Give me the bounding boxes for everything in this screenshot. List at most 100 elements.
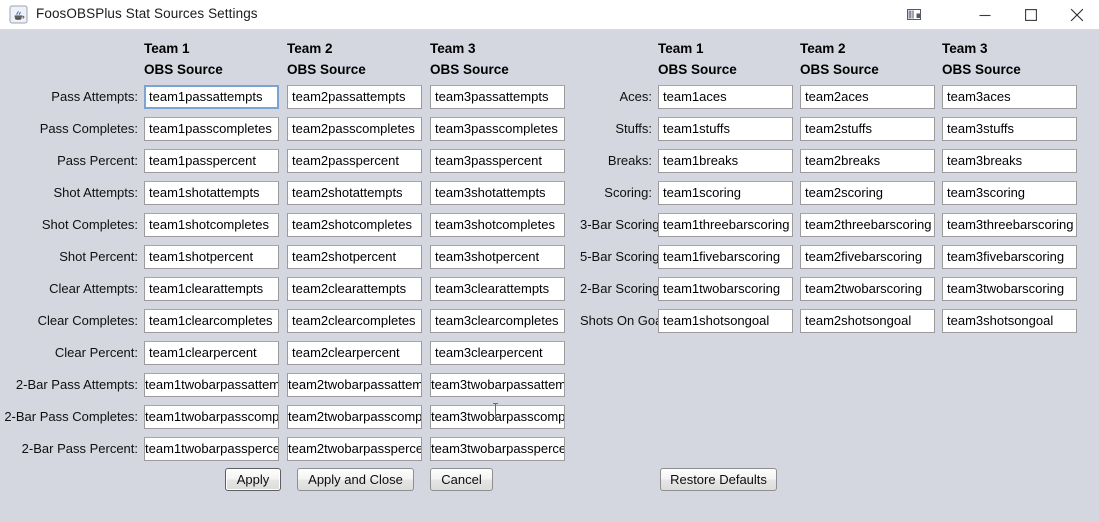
row-label: Shots On Goal: [580,313,669,328]
settings-content: Team 1 OBS Source Team 2 OBS Source Team 3 OB… [0,30,1099,522]
column-header-line2: OBS Source [800,62,879,77]
column-header-line1: Team 1 [658,41,704,56]
close-button[interactable] [1054,0,1099,29]
obs-source-input[interactable]: team1twobarscoring [658,277,793,301]
obs-source-input[interactable]: team1breaks [658,149,793,173]
window-title: FoosOBSPlus Stat Sources Settings [36,6,258,21]
obs-source-input[interactable]: team2clearattempts [287,277,422,301]
maximize-button[interactable] [1008,0,1054,29]
row-label: Shot Percent: [59,249,138,264]
obs-source-input[interactable]: team1passpercent [144,149,279,173]
obs-source-input[interactable]: team1shotcompletes [144,213,279,237]
obs-source-input[interactable]: team2twobarpassattempts [287,373,422,397]
obs-source-input[interactable]: team1passcompletes [144,117,279,141]
obs-source-input[interactable]: team2shotcompletes [287,213,422,237]
obs-source-input[interactable]: team3passpercent [430,149,565,173]
obs-source-input[interactable]: team3scoring [942,181,1077,205]
minimize-button[interactable] [962,0,1008,29]
column-header-line2: OBS Source [430,62,509,77]
cancel-button[interactable]: Cancel [430,468,493,491]
obs-source-input[interactable]: team3passcompletes [430,117,565,141]
column-header-team-2: Team 2 OBS Source [800,38,879,80]
row-label: 2-Bar Pass Attempts: [15,377,138,392]
obs-source-input[interactable]: team1shotsongoal [658,309,793,333]
obs-source-input[interactable]: team3twobarpasspercent [430,437,565,461]
obs-source-input[interactable]: team1threebarscoring [658,213,793,237]
obs-source-input[interactable]: team3twobarpassattempts [430,373,565,397]
obs-source-input[interactable]: team2breaks [800,149,935,173]
column-header-line1: Team 3 [942,41,988,56]
row-label: Pass Percent: [57,153,138,168]
obs-source-input[interactable]: team3clearpercent [430,341,565,365]
column-header-line1: Team 3 [430,41,476,56]
java-coffee-cup-icon [9,5,28,24]
obs-source-input[interactable]: team1clearcompletes [144,309,279,333]
obs-source-input[interactable]: team3passattempts [430,85,565,109]
obs-source-value: team1twobarpassattempts [145,377,279,392]
column-header-line2: OBS Source [658,62,737,77]
column-header-team-1: Team 1 OBS Source [658,38,737,80]
obs-source-input[interactable]: team1twobarpasspercent [144,437,279,461]
restore-defaults-button[interactable]: Restore Defaults [660,468,777,491]
obs-source-input[interactable]: team2passpercent [287,149,422,173]
obs-source-input[interactable]: team3fivebarscoring [942,245,1077,269]
obs-source-input[interactable]: team2shotattempts [287,181,422,205]
obs-source-input[interactable]: team3stuffs [942,117,1077,141]
obs-source-input[interactable]: team1shotpercent [144,245,279,269]
obs-source-value: team3twobarpasscompletes [431,409,565,424]
obs-source-value: team3twobarpasspercent [431,441,565,456]
row-label: Clear Completes: [37,313,138,328]
apply-button[interactable]: Apply [225,468,281,491]
obs-source-input[interactable]: team1clearpercent [144,341,279,365]
column-header-team-2: Team 2 OBS Source [287,38,366,80]
obs-source-input[interactable]: team3clearattempts [430,277,565,301]
obs-source-value: team2twobarpasspercent [288,441,422,456]
row-label: Clear Attempts: [49,281,138,296]
restore-down-icon[interactable] [906,7,926,22]
obs-source-input[interactable]: team1clearattempts [144,277,279,301]
row-label: Stuffs: [615,121,652,136]
obs-source-input[interactable]: team2threebarscoring [800,213,935,237]
obs-source-input[interactable]: team2shotsongoal [800,309,935,333]
obs-source-input[interactable]: team3breaks [942,149,1077,173]
row-label: Pass Completes: [39,121,138,136]
obs-source-input[interactable]: team2aces [800,85,935,109]
obs-source-input[interactable]: team3clearcompletes [430,309,565,333]
column-header-line1: Team 2 [287,41,333,56]
obs-source-input[interactable]: team2clearcompletes [287,309,422,333]
obs-source-input[interactable]: team1shotattempts [144,181,279,205]
obs-source-input[interactable]: team2twobarscoring [800,277,935,301]
obs-source-input[interactable]: team1passattempts [144,85,279,109]
obs-source-input[interactable]: team3shotattempts [430,181,565,205]
obs-source-input[interactable]: team2fivebarscoring [800,245,935,269]
obs-source-input[interactable]: team2stuffs [800,117,935,141]
obs-source-input[interactable]: team3shotpercent [430,245,565,269]
obs-source-input[interactable]: team2twobarpasscompletes [287,405,422,429]
obs-source-input[interactable]: team2twobarpasspercent [287,437,422,461]
row-label: Clear Percent: [54,345,138,360]
obs-source-input[interactable]: team2scoring [800,181,935,205]
title-bar: FoosOBSPlus Stat Sources Settings [0,0,1099,30]
row-label: Scoring: [604,185,652,200]
row-label: 2-Bar Pass Completes: [4,409,138,424]
obs-source-input[interactable]: team1twobarpassattempts [144,373,279,397]
obs-source-input[interactable]: team1stuffs [658,117,793,141]
obs-source-input[interactable]: team2passcompletes [287,117,422,141]
obs-source-input[interactable]: team1aces [658,85,793,109]
obs-source-input[interactable]: team1scoring [658,181,793,205]
settings-window: FoosOBSPlus Stat Sources Settings Team 1… [0,0,1099,522]
obs-source-input[interactable]: team1twobarpasscompletes [144,405,279,429]
obs-source-input[interactable]: team3threebarscoring [942,213,1077,237]
column-header-team-3: Team 3 OBS Source [430,38,509,80]
obs-source-input[interactable]: team2passattempts [287,85,422,109]
obs-source-input[interactable]: team1fivebarscoring [658,245,793,269]
obs-source-input[interactable]: team3shotsongoal [942,309,1077,333]
apply-and-close-button[interactable]: Apply and Close [297,468,414,491]
obs-source-input[interactable]: team3twobarscoring [942,277,1077,301]
obs-source-input[interactable]: team3aces [942,85,1077,109]
obs-source-input[interactable]: team2shotpercent [287,245,422,269]
obs-source-input[interactable]: team3shotcompletes [430,213,565,237]
row-label: Pass Attempts: [51,89,138,104]
obs-source-input[interactable]: team2clearpercent [287,341,422,365]
column-header-team-1: Team 1 OBS Source [144,38,223,80]
